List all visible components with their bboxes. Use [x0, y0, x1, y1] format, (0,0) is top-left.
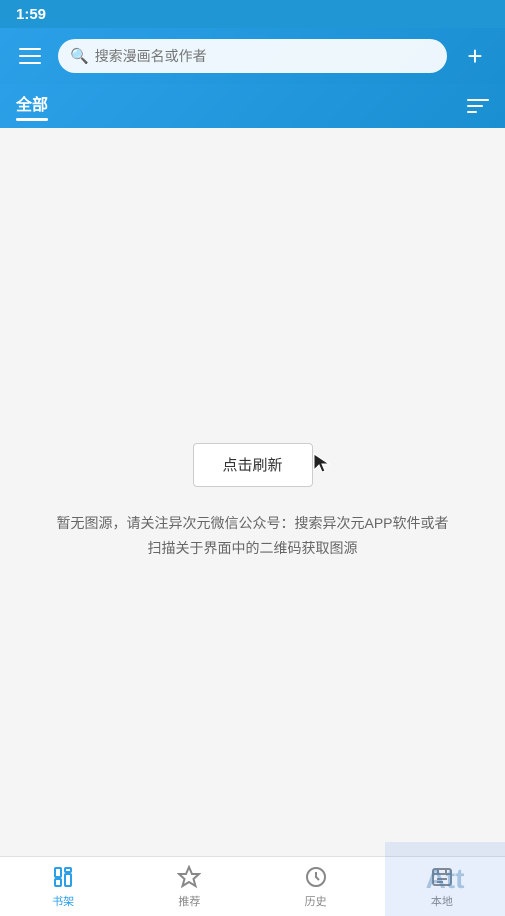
sort-line-1	[467, 99, 489, 101]
menu-line-1	[19, 48, 41, 50]
menu-line-3	[19, 62, 41, 64]
nav-label-recommend: 推荐	[178, 893, 200, 909]
local-icon	[429, 864, 455, 890]
nav-item-local[interactable]: 本地	[379, 864, 505, 909]
sort-line-3	[467, 111, 477, 113]
search-box[interactable]: 🔍	[58, 39, 447, 73]
nav-label-local: 本地	[431, 893, 453, 909]
refresh-button-label: 点击刷新	[222, 454, 282, 475]
info-text: 暂无图源，请关注异次元微信公众号：搜索异次元APP软件或者扫描关于界面中的二维码…	[53, 511, 453, 561]
cursor-arrow-icon	[312, 452, 330, 474]
header: 🔍 +	[0, 28, 505, 84]
nav-item-shelf[interactable]: 书架	[0, 864, 126, 909]
nav-label-history: 历史	[305, 893, 327, 909]
bottom-nav: 书架 推荐 历史	[0, 856, 505, 916]
nav-item-history[interactable]: 历史	[253, 864, 379, 909]
shelf-icon	[50, 864, 76, 890]
sort-line-2	[467, 105, 483, 107]
main-content: 点击刷新 暂无图源，请关注异次元微信公众号：搜索异次元APP软件或者扫描关于界面…	[0, 128, 505, 856]
nav-label-shelf: 书架	[52, 893, 74, 909]
recommend-icon	[176, 864, 202, 890]
category-all-label: 全部	[16, 91, 48, 115]
category-bar: 全部	[0, 84, 505, 128]
category-all[interactable]: 全部	[16, 91, 48, 121]
menu-button[interactable]	[12, 38, 48, 74]
add-button[interactable]: +	[457, 38, 493, 74]
search-input[interactable]	[95, 48, 435, 64]
nav-item-recommend[interactable]: 推荐	[126, 864, 252, 909]
refresh-button[interactable]: 点击刷新	[193, 443, 313, 487]
history-icon	[303, 864, 329, 890]
category-underline	[16, 118, 48, 121]
sort-button[interactable]	[467, 99, 489, 113]
menu-line-2	[19, 55, 41, 57]
status-bar: 1:59	[0, 0, 505, 28]
status-time: 1:59	[16, 6, 46, 23]
search-icon: 🔍	[70, 47, 89, 65]
